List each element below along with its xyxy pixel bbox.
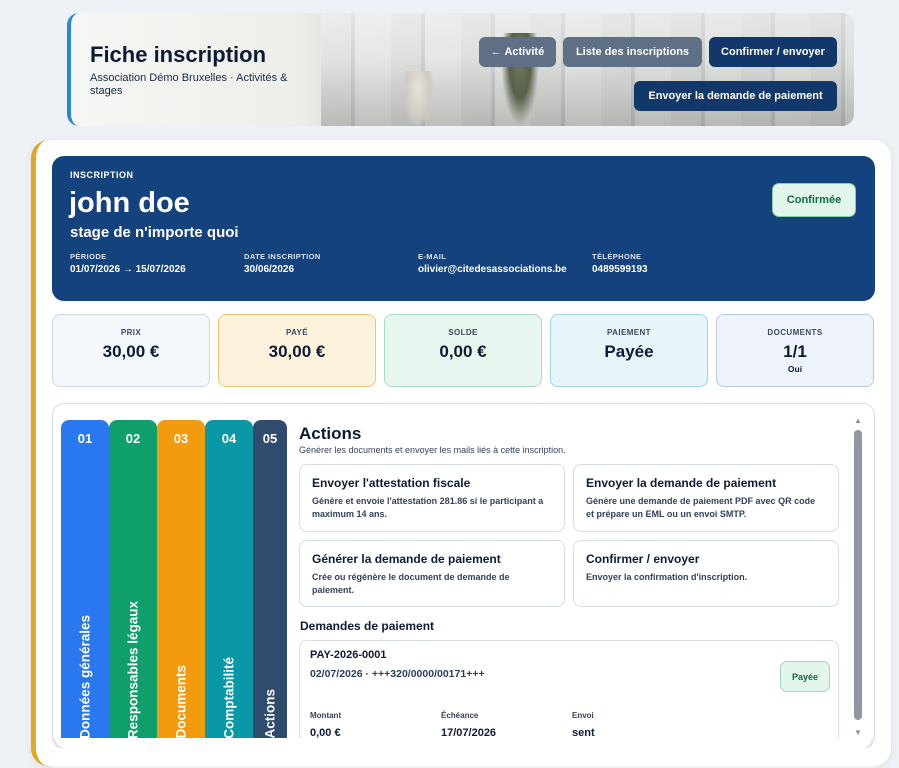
kpi-label: PAYÉ (285, 328, 309, 337)
tab-number: 02 (125, 431, 141, 446)
kpi-paid: PAYÉ 30,00 € (218, 314, 376, 387)
action-title: Envoyer la demande de paiement (586, 476, 777, 490)
activity-name: stage de n'importe quoi (70, 224, 239, 241)
payment-amount: Montant 0,00 € (310, 711, 341, 739)
action-description: Crée ou régénère le document de demande … (312, 572, 510, 595)
field-label: PÉRIODE (70, 252, 107, 261)
back-to-activity-button[interactable]: ← Activité (479, 37, 556, 67)
payment-meta: 02/07/2026 · +++320/0000/00171+++ (310, 668, 485, 680)
kpi-payment-status: PAIEMENT Payée (550, 314, 708, 387)
send-payment-request-button[interactable]: Envoyer la demande de paiement (634, 81, 837, 111)
field-value: 01/07/2026 → 15/07/2026 (70, 264, 186, 275)
kpi-label: SOLDE (448, 328, 478, 337)
tab-number: 01 (77, 431, 93, 446)
tab-actions[interactable]: 05 Actions (253, 420, 287, 747)
tab-number: 05 (262, 431, 278, 446)
kpi-balance: SOLDE 0,00 € (384, 314, 542, 387)
actions-description: Générer les documents et envoyer les mai… (299, 445, 566, 455)
action-send-payment-request[interactable]: Envoyer la demande de paiement Génère un… (573, 464, 839, 532)
payment-due-date: Échéance 17/07/2026 (441, 711, 496, 739)
tab-label: Documents (173, 665, 189, 739)
field-value: 0489599193 (592, 264, 648, 275)
card-bottom-edge (31, 748, 891, 766)
action-description: Génère une demande de paiement PDF avec … (586, 496, 816, 519)
kpi-label: PAIEMENT (607, 328, 651, 337)
action-description: Génère et envoie l'attestation 281.86 si… (312, 496, 544, 519)
tab-documents[interactable]: 03 Documents (157, 420, 205, 747)
action-confirm-send[interactable]: Confirmer / envoyer Envoyer la confirmat… (573, 540, 839, 607)
kpi-value: 30,00 € (268, 342, 326, 361)
action-description: Envoyer la confirmation d'inscription. (586, 572, 748, 582)
participant-name: john doe (69, 187, 190, 219)
actions-scrollbar[interactable]: ▲ ▼ (853, 414, 863, 740)
field-label: E-MAIL (418, 252, 447, 261)
kpi-label: PRIX (120, 328, 142, 337)
scroll-down-arrow-icon[interactable]: ▼ (853, 728, 863, 738)
payment-reference: PAY-2026-0001 (310, 649, 387, 661)
action-title: Envoyer l'attestation fiscale (312, 476, 471, 490)
field-label: DATE INSCRIPTION (244, 252, 321, 261)
registration-hero: INSCRIPTION john doe stage de n'importe … (52, 156, 875, 301)
registrations-list-button[interactable]: Liste des inscriptions (563, 37, 702, 67)
confirm-send-button[interactable]: Confirmer / envoyer (709, 37, 837, 67)
hero-field-email: E-MAIL olivier@citedesassociations.be (418, 252, 586, 276)
action-send-tax-certificate[interactable]: Envoyer l'attestation fiscale Génère et … (299, 464, 565, 532)
tab-accounting[interactable]: 04 Comptabilité (205, 420, 253, 747)
kpi-value: 30,00 € (102, 342, 160, 361)
payment-send-status: Envoi sent (572, 711, 595, 739)
scroll-up-arrow-icon[interactable]: ▲ (853, 416, 863, 426)
action-title: Générer la demande de paiement (312, 552, 501, 566)
kpi-label: DOCUMENTS (767, 328, 823, 337)
send-label: Envoi (572, 711, 594, 720)
kpi-price: PRIX 30,00 € (52, 314, 210, 387)
kpi-subvalue: Oui (787, 364, 803, 374)
scrollbar-thumb[interactable] (854, 430, 862, 720)
header-photo-lamp (403, 71, 433, 126)
action-generate-payment-request[interactable]: Générer la demande de paiement Crée ou r… (299, 540, 565, 607)
kpi-documents: DOCUMENTS 1/1 Oui (716, 314, 874, 387)
payment-requests-heading: Demandes de paiement (300, 619, 435, 633)
field-value: 30/06/2026 (244, 264, 295, 275)
tab-legal-guardians[interactable]: 02 Responsables légaux (109, 420, 157, 747)
kpi-value: Payée (604, 342, 654, 361)
hero-field-registration-date: DATE INSCRIPTION 30/06/2026 (244, 252, 321, 276)
tab-general-data[interactable]: 01 Données générales (61, 420, 109, 747)
actions-heading: Actions (299, 424, 362, 443)
payment-status-badge: Payée (780, 661, 830, 692)
page-title: Fiche inscription (90, 42, 267, 67)
kpi-value: 0,00 € (439, 342, 487, 361)
action-title: Confirmer / envoyer (586, 552, 700, 566)
tab-number: 03 (173, 431, 189, 446)
hero-field-phone: TÉLÉPHONE 0489599193 (592, 252, 648, 276)
page-subtitle: Association Démo Bruxelles · Activités &… (90, 72, 288, 97)
tab-label: Comptabilité (221, 657, 237, 739)
tab-label: Responsables légaux (125, 600, 141, 739)
tab-label: Données générales (77, 615, 93, 739)
amount-label: Montant (310, 711, 342, 720)
tab-label: Actions (262, 689, 278, 739)
due-label: Échéance (441, 711, 479, 720)
tab-number: 04 (221, 431, 237, 446)
hero-field-period: PÉRIODE 01/07/2026 → 15/07/2026 (70, 252, 186, 276)
kpi-value: 1/1 (783, 342, 807, 361)
status-badge: Confirmée (772, 183, 856, 217)
field-value: olivier@citedesassociations.be (418, 264, 567, 275)
hero-kicker: INSCRIPTION (70, 170, 134, 180)
field-label: TÉLÉPHONE (592, 252, 642, 261)
